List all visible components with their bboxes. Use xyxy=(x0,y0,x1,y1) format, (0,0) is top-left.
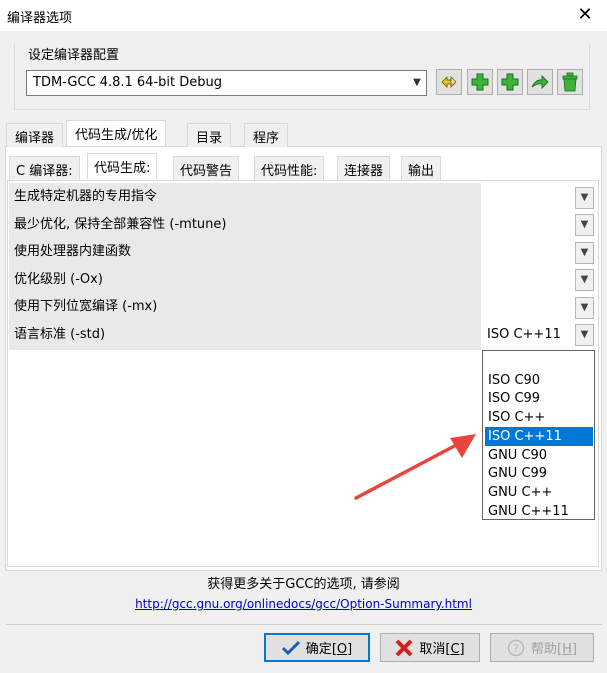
chevron-down-icon: ▼ xyxy=(413,77,421,88)
option-label-march: 生成特定机器的专用指令 xyxy=(14,189,158,204)
chevron-down-icon: ▼ xyxy=(580,329,589,340)
std-current-value[interactable]: ISO C++11 xyxy=(487,327,561,342)
subtab-profiling[interactable]: 代码性能: xyxy=(254,156,325,180)
subtab-c-compiler[interactable]: C 编译器: xyxy=(9,156,80,180)
std-option-empty[interactable] xyxy=(487,352,593,371)
add-config-button[interactable] xyxy=(467,69,493,95)
cancel-button[interactable]: 取消[C] xyxy=(380,633,480,662)
gcc-options-link[interactable]: http://gcc.gnu.org/onlinedocs/gcc/Option… xyxy=(0,597,607,611)
config-select[interactable]: TDM-GCC 4.8.1 64-bit Debug ▼ xyxy=(26,70,427,96)
option-dropdown-optimize[interactable]: ▼ xyxy=(575,269,594,291)
option-label-builtin: 使用处理器内建函数 xyxy=(14,244,132,259)
option-label-optimize: 优化级别 (-Ox) xyxy=(14,272,103,287)
add-config-icon xyxy=(471,73,489,91)
chevron-down-icon: ▼ xyxy=(580,247,589,258)
cancel-x-icon xyxy=(395,639,413,656)
window-title: 编译器选项 xyxy=(7,11,73,26)
subtab-warnings[interactable]: 代码警告 xyxy=(173,156,240,180)
copy-config-icon xyxy=(531,74,549,90)
tab-codegen-optimization[interactable]: 代码生成/优化 xyxy=(66,120,167,146)
std-option-gnu-cpp11[interactable]: GNU C++11 xyxy=(487,502,593,521)
ok-button-label: 确定[O] xyxy=(305,642,353,657)
ok-button[interactable]: 确定[O] xyxy=(264,633,370,662)
std-option-gnu-c99[interactable]: GNU C99 xyxy=(487,464,593,483)
std-dropdown-list: ISO C90 ISO C99 ISO C++ ISO C++11 GNU C9… xyxy=(482,350,595,520)
std-option-iso-cpp11[interactable]: ISO C++11 xyxy=(485,427,593,446)
cancel-button-label: 取消[C] xyxy=(419,642,465,657)
subtab-codegen[interactable]: 代码生成: xyxy=(87,153,158,179)
option-dropdown-builtin[interactable]: ▼ xyxy=(575,242,594,264)
chevron-down-icon: ▼ xyxy=(580,192,589,203)
svg-text:?: ? xyxy=(513,642,519,655)
close-button[interactable]: ✕ xyxy=(571,2,599,28)
config-group-label: 设定编译器配置 xyxy=(26,44,122,63)
option-dropdown-march[interactable]: ▼ xyxy=(575,187,594,209)
red-arrow-annotation xyxy=(354,434,476,500)
add-config-button-2[interactable] xyxy=(497,69,523,95)
help-icon: ? xyxy=(507,639,525,656)
tab-programs[interactable]: 程序 xyxy=(244,123,289,147)
chevron-down-icon: ▼ xyxy=(580,274,589,285)
chevron-down-icon: ▼ xyxy=(580,219,589,230)
rename-config-button[interactable] xyxy=(436,69,462,95)
help-button[interactable]: ? 帮助[H] xyxy=(490,633,594,662)
std-option-iso-c99[interactable]: ISO C99 xyxy=(487,389,593,408)
add-config-icon-2 xyxy=(501,73,519,91)
config-select-value: TDM-GCC 4.8.1 64-bit Debug xyxy=(33,75,222,90)
delete-config-button[interactable] xyxy=(557,69,583,95)
tab-compiler[interactable]: 编译器 xyxy=(6,123,64,147)
chevron-down-icon: ▼ xyxy=(580,302,589,313)
checkmark-icon xyxy=(281,640,300,655)
std-option-iso-c90[interactable]: ISO C90 xyxy=(487,371,593,390)
std-option-iso-cpp[interactable]: ISO C++ xyxy=(487,408,593,427)
option-dropdown-std[interactable]: ▼ xyxy=(575,324,594,346)
subtab-linker[interactable]: 连接器 xyxy=(337,156,391,180)
option-label-std: 语言标准 (-std) xyxy=(14,327,106,342)
help-button-label: 帮助[H] xyxy=(531,642,577,657)
option-dropdown-bitwidth[interactable]: ▼ xyxy=(575,297,594,319)
option-label-bitwidth: 使用下列位宽编译 (-mx) xyxy=(14,299,158,314)
copy-config-button[interactable] xyxy=(527,69,553,95)
title-bar xyxy=(0,0,607,31)
info-text: 获得更多关于GCC的选项, 请参阅 xyxy=(207,577,400,592)
std-option-gnu-cpp[interactable]: GNU C++ xyxy=(487,483,593,502)
divider xyxy=(6,624,602,625)
rename-config-icon xyxy=(441,76,457,88)
option-dropdown-mtune[interactable]: ▼ xyxy=(575,214,594,236)
tab-directories[interactable]: 目录 xyxy=(187,123,232,147)
delete-config-icon xyxy=(562,72,578,92)
subtab-output[interactable]: 输出 xyxy=(401,156,442,180)
option-label-mtune: 最少优化, 保持全部兼容性 (-mtune) xyxy=(14,217,227,232)
std-option-gnu-c90[interactable]: GNU C90 xyxy=(487,446,593,465)
